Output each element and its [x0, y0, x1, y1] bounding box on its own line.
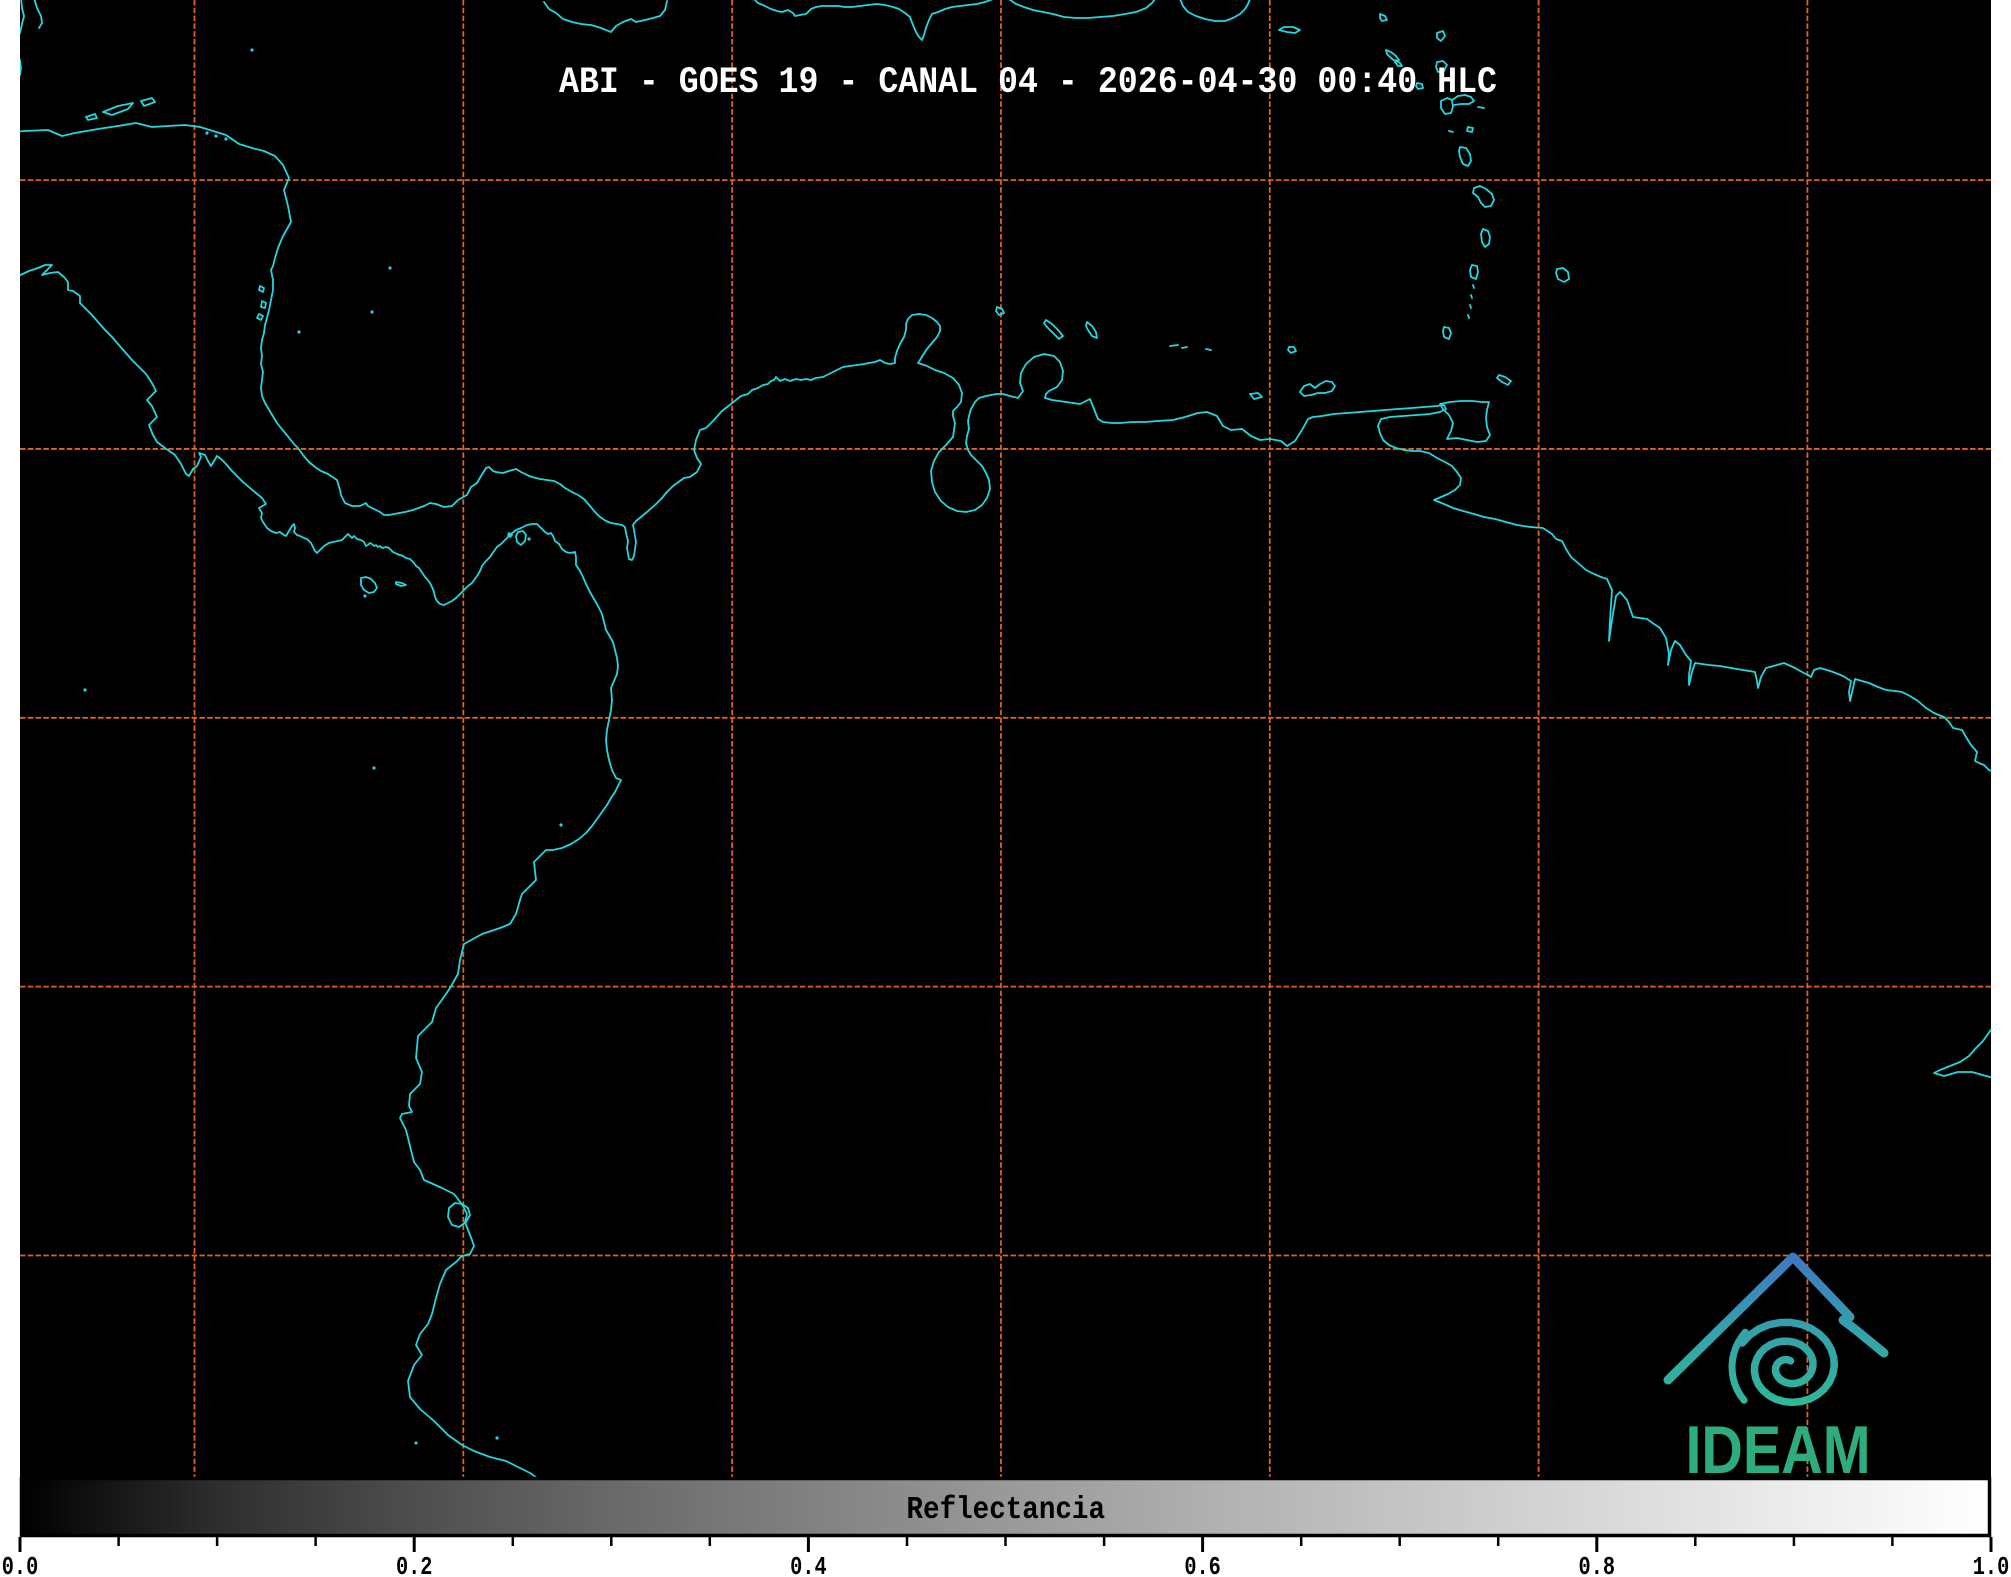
svg-text:0.2: 0.2: [396, 1552, 433, 1577]
svg-text:0.4: 0.4: [790, 1552, 827, 1577]
svg-text:ABI - GOES 19 - CANAL 04 - 202: ABI - GOES 19 - CANAL 04 - 2026-04-30 00…: [559, 62, 1497, 104]
svg-text:1.0: 1.0: [1973, 1552, 2010, 1577]
svg-text:0.8: 0.8: [1579, 1552, 1616, 1577]
svg-text:Reflectancia: Reflectancia: [907, 1493, 1106, 1528]
svg-text:0.0: 0.0: [2, 1552, 39, 1577]
svg-text:0.6: 0.6: [1184, 1552, 1221, 1577]
